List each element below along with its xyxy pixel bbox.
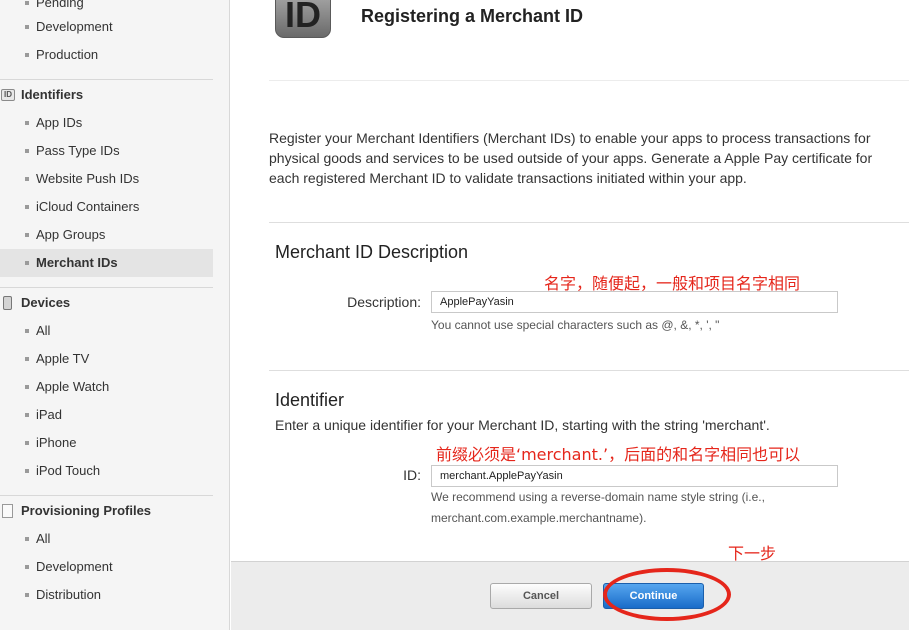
sidebar-item-merchant-ids[interactable]: Merchant IDs — [0, 249, 213, 277]
sidebar-section-devices[interactable]: Devices — [0, 289, 213, 317]
sidebar-item-label: Website Push IDs — [36, 171, 140, 186]
description-input[interactable] — [431, 291, 838, 313]
sidebar-item-label: App IDs — [36, 115, 83, 130]
bullet-icon — [25, 233, 29, 237]
sidebar-item-label: Development — [36, 19, 113, 34]
continue-button[interactable]: Continue — [603, 583, 704, 609]
bullet-icon — [25, 25, 29, 29]
bullet-icon — [25, 357, 29, 361]
bullet-icon — [25, 565, 29, 569]
sidebar-item-profiles-distribution[interactable]: Distribution — [0, 581, 213, 609]
identifier-input[interactable] — [431, 465, 838, 487]
id-badge-icon: ID — [1, 89, 15, 101]
sidebar-item-label: Production — [36, 47, 99, 62]
description-hint: You cannot use special characters such a… — [431, 318, 720, 332]
bullet-icon — [25, 121, 29, 125]
sidebar-item-profiles-all[interactable]: All — [0, 525, 213, 553]
bullet-icon — [25, 385, 29, 389]
section-divider — [269, 370, 909, 371]
sidebar-item-certificates-production[interactable]: Production — [0, 41, 213, 69]
bullet-icon — [25, 149, 29, 153]
identifier-hint-line1: We recommend using a reverse-domain name… — [431, 490, 765, 504]
id-logo-icon: ID — [275, 0, 331, 38]
sidebar-divider — [0, 287, 213, 288]
sidebar-item-label: Distribution — [36, 587, 102, 602]
sidebar-item-app-ids[interactable]: App IDs — [0, 109, 213, 137]
sidebar-item-label: All — [36, 323, 51, 338]
sidebar-item-label: Pass Type IDs — [36, 143, 120, 158]
bullet-icon — [25, 205, 29, 209]
sidebar-item-label: Development — [36, 559, 113, 574]
sidebar-item-label: All — [36, 531, 51, 546]
sidebar: Pending Development Production ID Identi… — [0, 0, 230, 630]
sidebar-item-label: Apple Watch — [36, 379, 110, 394]
sidebar-item-label: iPad — [36, 407, 63, 422]
sidebar-item-apple-tv[interactable]: Apple TV — [0, 345, 213, 373]
sidebar-section-heading: Identifiers — [21, 87, 84, 102]
identifier-description: Enter a unique identifier for your Merch… — [275, 417, 770, 433]
sidebar-divider — [0, 495, 213, 496]
bullet-icon — [25, 469, 29, 473]
sidebar-item-apple-watch[interactable]: Apple Watch — [0, 373, 213, 401]
sidebar-section-provisioning-profiles[interactable]: Provisioning Profiles — [0, 497, 213, 525]
sidebar-section-heading: Provisioning Profiles — [21, 503, 152, 518]
sidebar-item-profiles-development[interactable]: Development — [0, 553, 213, 581]
bullet-icon — [25, 329, 29, 333]
description-label: Description: — [347, 294, 421, 310]
sidebar-item-iphone[interactable]: iPhone — [0, 429, 213, 457]
bullet-icon — [25, 177, 29, 181]
bullet-icon — [25, 261, 29, 265]
bullet-icon — [25, 593, 29, 597]
merchant-id-description-heading: Merchant ID Description — [275, 242, 469, 262]
sidebar-section-heading: Devices — [21, 295, 71, 310]
sidebar-item-ipad[interactable]: iPad — [0, 401, 213, 429]
cancel-button[interactable]: Cancel — [490, 583, 592, 609]
bullet-icon — [25, 53, 29, 57]
sidebar-section-identifiers[interactable]: ID Identifiers — [0, 81, 213, 109]
bullet-icon — [25, 1, 29, 5]
header-divider — [269, 80, 909, 81]
sidebar-item-ipod-touch[interactable]: iPod Touch — [0, 457, 213, 485]
main-panel: ID Registering a Merchant ID Register yo… — [231, 0, 909, 630]
section-divider — [269, 222, 909, 223]
sidebar-item-label: iPod Touch — [36, 463, 101, 478]
device-icon — [1, 296, 12, 310]
sidebar-item-label: Apple TV — [36, 351, 90, 366]
sidebar-item-label: iCloud Containers — [36, 199, 140, 214]
annotation-id-note: 前缀必须是‘merchant.’，后面的和名字相同也可以 — [436, 445, 801, 464]
sidebar-divider — [0, 79, 213, 80]
document-icon — [1, 504, 13, 518]
identifier-heading: Identifier — [275, 390, 345, 410]
sidebar-item-label: Merchant IDs — [36, 255, 118, 270]
sidebar-item-icloud-containers[interactable]: iCloud Containers — [0, 193, 213, 221]
id-label: ID: — [403, 467, 421, 483]
sidebar-item-pass-type-ids[interactable]: Pass Type IDs — [0, 137, 213, 165]
bullet-icon — [25, 441, 29, 445]
bullet-icon — [25, 537, 29, 541]
sidebar-item-devices-all[interactable]: All — [0, 317, 213, 345]
bullet-icon — [25, 413, 29, 417]
sidebar-item-app-groups[interactable]: App Groups — [0, 221, 213, 249]
intro-paragraph: Register your Merchant Identifiers (Merc… — [269, 130, 873, 186]
sidebar-item-label: iPhone — [36, 435, 77, 450]
sidebar-item-label: App Groups — [36, 227, 106, 242]
sidebar-item-website-push-ids[interactable]: Website Push IDs — [0, 165, 213, 193]
page-title: Registering a Merchant ID — [361, 6, 584, 26]
identifier-hint-line2: merchant.com.example.merchantname). — [431, 511, 647, 525]
sidebar-item-certificates-development[interactable]: Development — [0, 13, 213, 41]
form-footer: Cancel Continue — [231, 561, 909, 630]
